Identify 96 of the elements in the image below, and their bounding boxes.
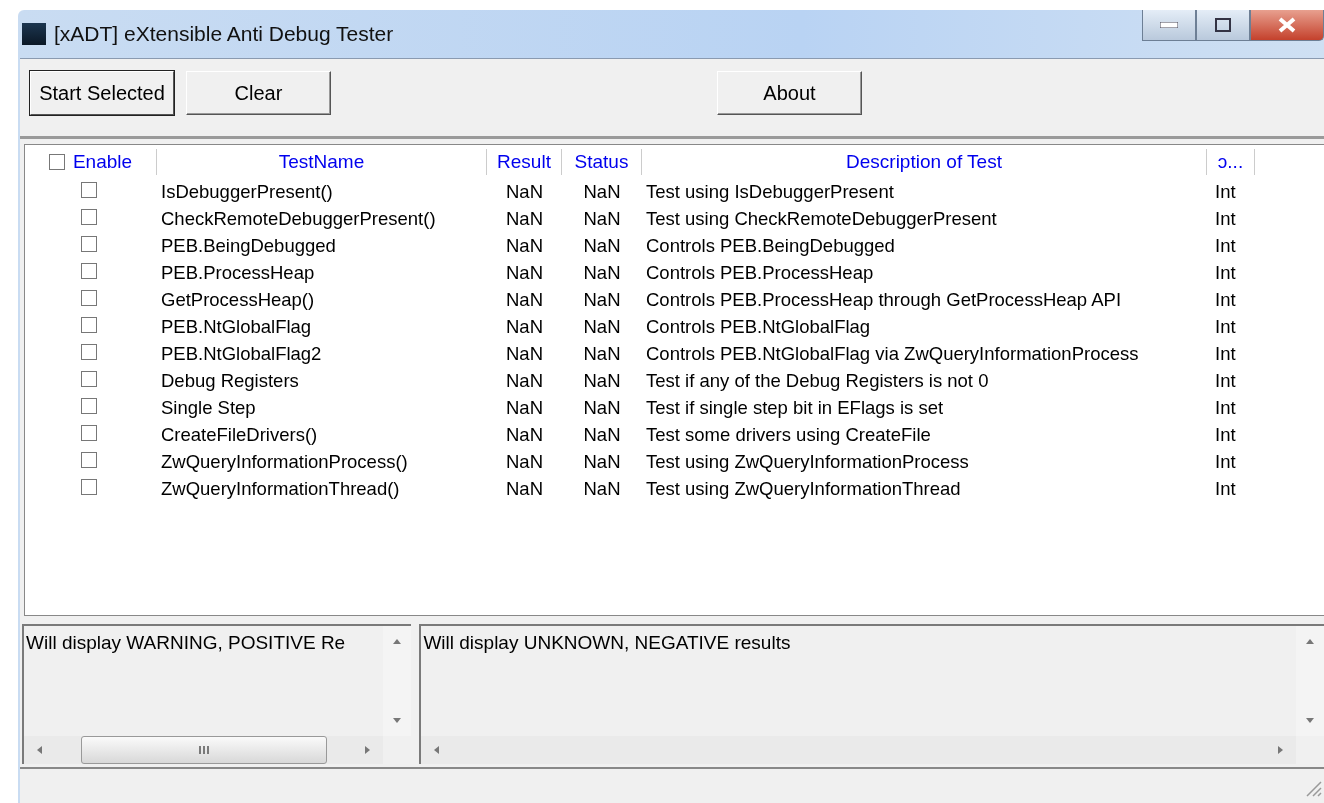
table-cell-text: Int (1214, 369, 1237, 392)
test-name: PEB.NtGlobalFlag (160, 315, 313, 338)
toolbar-button[interactable]: Start Selected (30, 71, 174, 115)
test-name: PEB.BeingDebugged (160, 234, 337, 257)
test-name: PEB.ProcessHeap (160, 261, 316, 284)
result-cell-text: NaN (505, 261, 544, 284)
table-cell-text: Int (1214, 450, 1237, 473)
description-cell-text: Controls PEB.NtGlobalFlag (645, 315, 872, 338)
row-checkbox[interactable] (81, 397, 97, 414)
row-checkbox[interactable] (81, 316, 97, 333)
minimize-icon (1160, 22, 1178, 28)
row-checkbox[interactable] (81, 478, 97, 495)
description-cell-text: Controls PEB.ProcessHeap through GetProcessHeap API (645, 288, 1123, 311)
description-cell-text: Test using IsDebuggerPresent (645, 180, 895, 203)
result-cell-text: NaN (505, 423, 544, 446)
column-header[interactable]: Description of Test (642, 148, 1207, 175)
status-cell-text: NaN (582, 450, 622, 473)
row-checkbox[interactable] (81, 208, 97, 225)
row-checkbox[interactable] (81, 451, 97, 468)
test-name: ZwQueryInformationThread() (160, 477, 401, 500)
status-cell-text: NaN (582, 423, 622, 446)
result-cell-text: NaN (505, 234, 544, 257)
description-cell-text: Controls PEB.ProcessHeap (645, 261, 875, 284)
result-cell-text: NaN (505, 450, 544, 473)
test-name: ZwQueryInformationProcess() (160, 450, 409, 473)
result-cell-text: NaN (505, 180, 544, 203)
description-cell-text: Test some drivers using CreateFile (645, 423, 932, 446)
column-header-label: Enable (72, 149, 133, 174)
test-name: CreateFileDrivers() (160, 423, 319, 446)
column-header[interactable]: Status (562, 148, 642, 175)
row-checkbox[interactable] (81, 181, 97, 198)
result-cell-text: NaN (505, 342, 544, 365)
table-cell-text: Int (1214, 261, 1237, 284)
select-all-checkbox[interactable] (48, 153, 65, 170)
status-cell-text: NaN (582, 369, 622, 392)
table-cell-text: Int (1214, 207, 1237, 230)
toolbar-button[interactable]: Clear (186, 71, 331, 115)
column-header[interactable]: Result (487, 148, 562, 175)
description-cell-text: Test using ZwQueryInformationThread (645, 477, 962, 500)
description-cell-text: Controls PEB.NtGlobalFlag via ZwQueryInformationProcess (645, 342, 1140, 365)
description-cell-text: Test using ZwQueryInformationProcess (645, 450, 970, 473)
description-cell-text: Test if any of the Debug Registers is not 0 (645, 369, 990, 392)
result-cell-text: NaN (505, 315, 544, 338)
maximize-button[interactable] (1196, 10, 1250, 41)
status-cell-text: NaN (582, 342, 622, 365)
table-cell-text: Int (1214, 396, 1237, 419)
status-cell-text: NaN (582, 180, 622, 203)
grip-icon (197, 745, 210, 755)
column-header[interactable]: Enable (25, 148, 157, 175)
result-cell-text: NaN (505, 396, 544, 419)
status-cell-text: NaN (582, 207, 622, 230)
status-cell-text: NaN (582, 315, 622, 338)
table-cell-text: Int (1214, 180, 1237, 203)
test-name: Debug Registers (160, 369, 300, 392)
table-cell-text: Int (1214, 315, 1237, 338)
column-header[interactable]: ɔ... (1207, 148, 1255, 175)
minimize-button[interactable] (1142, 10, 1196, 41)
description-cell-text: Controls PEB.BeingDebugged (645, 234, 896, 257)
log-text: Will display WARNING, POSITIVE Re (25, 631, 347, 655)
description-cell-text: Test using CheckRemoteDebuggerPresent (645, 207, 998, 230)
row-checkbox[interactable] (81, 235, 97, 252)
result-cell-text: NaN (505, 207, 544, 230)
log-text: Will display UNKNOWN, NEGATIVE results (422, 631, 792, 655)
status-cell-text: NaN (582, 288, 622, 311)
table-cell-text: Int (1214, 288, 1237, 311)
row-checkbox[interactable] (81, 343, 97, 360)
test-name: IsDebuggerPresent() (160, 180, 334, 203)
row-checkbox[interactable] (81, 289, 97, 306)
maximize-icon (1215, 18, 1231, 32)
status-cell-text: NaN (582, 261, 622, 284)
table-cell-text: Int (1214, 234, 1237, 257)
row-checkbox[interactable] (81, 370, 97, 387)
column-header[interactable]: TestName (157, 148, 487, 175)
test-name: Single Step (160, 396, 257, 419)
test-name: CheckRemoteDebuggerPresent() (160, 207, 437, 230)
test-name: PEB.NtGlobalFlag2 (160, 342, 323, 365)
close-icon (1278, 17, 1296, 33)
result-cell-text: NaN (505, 288, 544, 311)
result-cell-text: NaN (505, 369, 544, 392)
table-cell-text: Int (1214, 342, 1237, 365)
close-button[interactable] (1250, 10, 1324, 41)
app-icon (22, 23, 46, 45)
test-name: GetProcessHeap() (160, 288, 316, 311)
scroll-thumb[interactable] (80, 736, 327, 764)
table-cell-text: Int (1214, 423, 1237, 446)
status-cell-text: NaN (582, 234, 622, 257)
row-checkbox[interactable] (81, 424, 97, 441)
status-cell-text: NaN (582, 396, 622, 419)
row-checkbox[interactable] (81, 262, 97, 279)
resize-grip-icon[interactable] (1304, 779, 1322, 797)
description-cell-text: Test if single step bit in EFlags is set (645, 396, 945, 419)
status-cell-text: NaN (582, 477, 622, 500)
result-cell-text: NaN (505, 477, 544, 500)
window-title: [xADT] eXtensible Anti Debug Tester (54, 22, 394, 46)
table-cell-text: Int (1214, 477, 1237, 500)
toolbar-button[interactable]: About (717, 71, 862, 115)
